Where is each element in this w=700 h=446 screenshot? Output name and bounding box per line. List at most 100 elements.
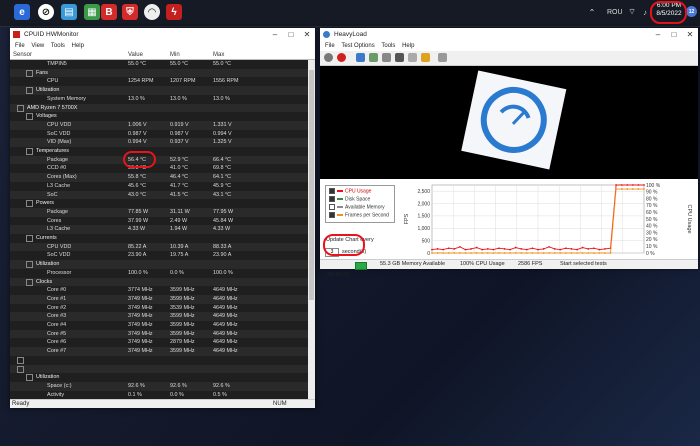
sensor-row[interactable]: SoC 43.0 °C 41.5 °C 43.1 °C (10, 190, 308, 200)
sensor-group[interactable]: Currents (10, 234, 308, 243)
legend-checkbox[interactable] (329, 204, 335, 210)
sensor-row[interactable]: Space (c:) 92.6 % 92.6 % 92.6 % (10, 381, 308, 391)
minimize-icon[interactable]: – (650, 28, 666, 41)
menu-help[interactable]: Help (72, 43, 84, 49)
legend-checkbox[interactable] (329, 212, 335, 218)
legend-checkbox[interactable] (329, 188, 335, 194)
column-max[interactable]: Max (213, 51, 224, 59)
document-icon[interactable]: ▤ (61, 4, 77, 20)
expand-toggle-icon[interactable] (17, 356, 24, 364)
sensor-group[interactable]: Utilization (10, 86, 308, 95)
sensor-group[interactable] (10, 356, 308, 365)
expand-toggle-icon[interactable] (26, 113, 33, 121)
legend-item[interactable]: CPU Usage (329, 188, 371, 195)
legend-checkbox[interactable] (329, 196, 335, 202)
expand-toggle-icon[interactable] (26, 235, 33, 242)
scrollbar-thumb[interactable] (309, 70, 314, 300)
memory-test-icon[interactable] (382, 53, 391, 62)
column-min[interactable]: Min (170, 51, 180, 59)
heavyload-icon[interactable]: ϟ (166, 4, 182, 20)
sensor-group[interactable]: Utilization (10, 373, 308, 382)
gauge-icon[interactable]: ◠ (144, 4, 160, 20)
sensor-group[interactable]: Voltages (10, 112, 308, 121)
tray-chevron-icon[interactable]: ⌃ (584, 4, 600, 20)
sensor-group[interactable]: Clocks (10, 277, 308, 287)
sensor-row[interactable]: System Memory 13.0 % 13.0 % 13.0 % (10, 95, 308, 104)
legend-item[interactable]: Frames per Second (329, 212, 389, 219)
spreadsheet-icon[interactable]: ▦ (84, 4, 100, 20)
sensor-row[interactable]: Package 77.85 W 31.11 W 77.95 W (10, 207, 308, 217)
expand-toggle-icon[interactable] (26, 69, 33, 77)
sensor-row[interactable]: Core #1 3749 MHz 3599 MHz 4649 MHz (10, 294, 308, 304)
tools-icon[interactable] (438, 53, 447, 62)
hwmonitor-titlebar[interactable]: CPUID HWMonitor – □ ✕ (10, 28, 315, 41)
column-value[interactable]: Value (128, 51, 143, 59)
sensor-row[interactable]: CPU 1254 RPM 1207 RPM 1556 RPM (10, 77, 308, 86)
gpu-test-icon[interactable] (395, 53, 404, 62)
sensor-row[interactable]: L3 Cache 4.33 W 1.94 W 4.33 W (10, 225, 308, 234)
sensor-scrollbar[interactable] (308, 60, 315, 400)
legend-item[interactable]: Available Memory (329, 204, 385, 211)
menu-file[interactable]: File (15, 43, 25, 49)
sensor-row[interactable]: Core #0 3774 MHz 3599 MHz 4649 MHz (10, 286, 308, 295)
sensor-row[interactable]: Core #4 3749 MHz 3599 MHz 4649 MHz (10, 321, 308, 330)
start-icon[interactable] (324, 53, 333, 62)
sensor-row[interactable]: CCD #0 56.3 °C 41.0 °C 69.8 °C (10, 164, 308, 173)
sensor-row[interactable]: Core #6 3749 MHz 2879 MHz 4649 MHz (10, 338, 308, 347)
expand-toggle-icon[interactable] (26, 87, 33, 95)
sensor-row[interactable]: L3 Cache 45.6 °C 41.7 °C 45.9 °C (10, 182, 308, 191)
maximize-icon[interactable]: □ (666, 28, 682, 41)
close-icon[interactable]: ✕ (682, 28, 698, 41)
minimize-icon[interactable]: – (267, 28, 283, 41)
sensor-row[interactable]: Core #7 3749 MHz 3599 MHz 4649 MHz (10, 347, 308, 356)
expand-toggle-icon[interactable] (17, 365, 24, 373)
sensor-group[interactable]: Fans (10, 68, 308, 78)
cpu-test-icon[interactable] (356, 53, 365, 62)
sensor-group[interactable]: AMD Ryzen 7 5700X (10, 103, 308, 113)
column-sensor[interactable]: Sensor (13, 51, 32, 59)
shield-icon[interactable]: ⛨ (122, 4, 138, 20)
sensor-row[interactable]: SoC VDD 0.987 V 0.987 V 0.994 V (10, 130, 308, 139)
sensor-row[interactable]: Activity 0.1 % 0.0 % 0.5 % (10, 391, 308, 400)
legend-item[interactable]: Disk Space (329, 196, 370, 203)
sensor-group[interactable]: Utilization (10, 260, 308, 269)
disk-test-icon[interactable] (369, 53, 378, 62)
edge-icon[interactable]: e (14, 4, 30, 20)
sensor-row[interactable]: Package 56.4 °C 52.9 °C 66.4 °C (10, 155, 308, 165)
maximize-icon[interactable]: □ (283, 28, 299, 41)
menu-tools[interactable]: Tools (51, 43, 65, 49)
sensor-row[interactable]: VID (Max) 0.994 V 0.937 V 1.325 V (10, 138, 308, 147)
gauge-test-icon[interactable] (408, 53, 417, 62)
sensor-row[interactable]: CPU VDD 1.006 V 0.919 V 1.331 V (10, 120, 308, 130)
language-indicator[interactable]: ROU (607, 9, 623, 16)
sensor-row[interactable]: Core #3 3749 MHz 3599 MHz 4649 MHz (10, 312, 308, 321)
expand-toggle-icon[interactable] (26, 200, 33, 208)
menu-tools[interactable]: Tools (381, 43, 395, 49)
sensor-row[interactable]: TMPIN5 55.0 °C 55.0 °C 55.0 °C (10, 60, 308, 69)
expand-toggle-icon[interactable] (26, 278, 33, 286)
sensor-row[interactable]: CPU VDD 85.22 A 10.39 A 88.33 A (10, 242, 308, 252)
sensor-group[interactable]: Powers (10, 199, 308, 208)
stop-icon[interactable] (337, 53, 346, 62)
sensor-row[interactable]: Core #2 3749 MHz 3539 MHz 4649 MHz (10, 304, 308, 313)
sensor-row[interactable]: Cores 37.99 W 2.49 W 45.84 W (10, 217, 308, 226)
sensor-row[interactable]: Processor 100.0 % 0.0 % 100.0 % (10, 269, 308, 278)
menu-test-options[interactable]: Test Options (341, 43, 374, 49)
expand-toggle-icon[interactable] (26, 374, 33, 382)
sensor-row[interactable]: Core #5 3749 MHz 3599 MHz 4649 MHz (10, 329, 308, 339)
sensor-group[interactable]: Temperatures (10, 147, 308, 156)
sensor-row[interactable]: SoC VDD 23.90 A 19.75 A 23.90 A (10, 251, 308, 260)
menu-help[interactable]: Help (402, 43, 414, 49)
sensor-group[interactable] (10, 364, 308, 374)
b-app-icon[interactable]: B (101, 4, 117, 20)
fps-test-icon[interactable] (421, 53, 430, 62)
expand-toggle-icon[interactable] (17, 104, 24, 112)
close-icon[interactable]: ✕ (299, 28, 315, 41)
sensor-tree[interactable]: TMPIN5 55.0 °C 55.0 °C 55.0 °C Fans CPU 1254 R… (10, 60, 308, 400)
menu-view[interactable]: View (31, 43, 44, 49)
expand-toggle-icon[interactable] (26, 148, 33, 155)
sensor-row[interactable]: Cores (Max) 55.8 °C 46.4 °C 64.1 °C (10, 173, 308, 182)
notification-badge[interactable]: 12 (686, 6, 697, 17)
block-icon[interactable]: ⊘ (38, 4, 54, 20)
expand-toggle-icon[interactable] (26, 261, 33, 269)
